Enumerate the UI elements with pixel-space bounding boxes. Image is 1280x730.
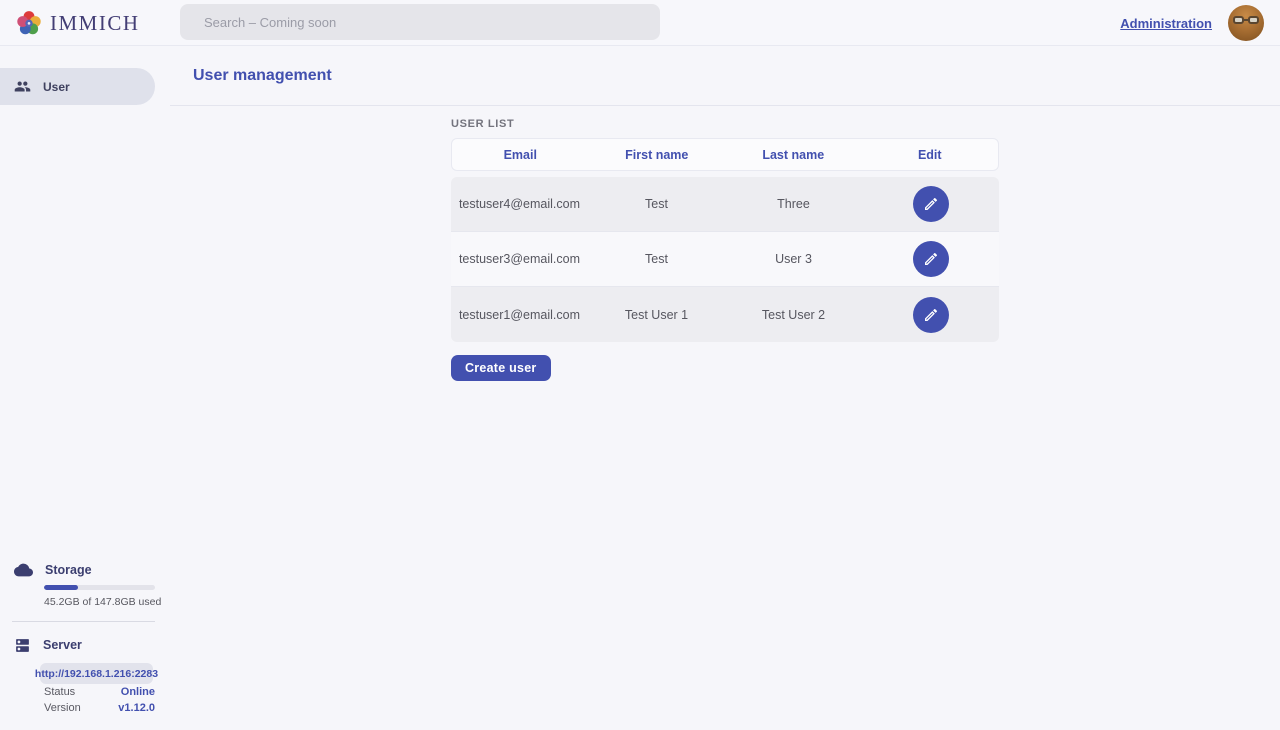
edit-user-button[interactable] bbox=[913, 186, 949, 222]
user-table: testuser4@email.com Test Three testuser3… bbox=[451, 177, 999, 342]
col-header-edit: Edit bbox=[862, 148, 999, 162]
user-list-label: USER LIST bbox=[451, 118, 999, 130]
version-value: v1.12.0 bbox=[118, 702, 155, 714]
server-title: Server bbox=[43, 638, 82, 652]
sidebar-divider bbox=[12, 621, 155, 622]
nav-right: Administration bbox=[1120, 0, 1264, 46]
avatar-glasses-decoration bbox=[1233, 16, 1258, 25]
storage-section-header: Storage bbox=[0, 560, 170, 580]
storage-progress-fill bbox=[44, 585, 78, 590]
main-panel: User management USER LIST Email First na… bbox=[170, 46, 1280, 730]
pencil-icon bbox=[923, 307, 939, 323]
server-version-row: Version v1.12.0 bbox=[44, 700, 155, 716]
table-row: testuser3@email.com Test User 3 bbox=[451, 232, 999, 287]
cell-email: testuser4@email.com bbox=[451, 197, 588, 211]
col-header-last-name: Last name bbox=[725, 148, 862, 162]
status-label: Status bbox=[44, 686, 75, 698]
col-header-first-name: First name bbox=[589, 148, 726, 162]
storage-progress-track bbox=[44, 585, 155, 590]
cell-last-name: User 3 bbox=[725, 252, 862, 266]
brand-name: IMMICH bbox=[50, 11, 140, 36]
server-section-header: Server bbox=[0, 635, 170, 655]
server-url[interactable]: http://192.168.1.216:2283 bbox=[40, 663, 153, 684]
create-user-button[interactable]: Create user bbox=[451, 355, 551, 381]
storage-usage-text: 45.2GB of 147.8GB used bbox=[44, 596, 170, 608]
pencil-icon bbox=[923, 251, 939, 267]
cell-email: testuser1@email.com bbox=[451, 308, 588, 322]
sidebar: User Storage 45.2GB of 147.8GB used bbox=[0, 46, 170, 730]
cloud-icon bbox=[14, 563, 33, 577]
sidebar-item-label: User bbox=[43, 80, 70, 94]
table-row: testuser4@email.com Test Three bbox=[451, 177, 999, 232]
brand: IMMICH bbox=[16, 0, 140, 46]
immich-flower-icon bbox=[16, 10, 42, 36]
cell-last-name: Three bbox=[725, 197, 862, 211]
administration-link[interactable]: Administration bbox=[1120, 16, 1212, 31]
search-input[interactable] bbox=[180, 4, 660, 40]
pencil-icon bbox=[923, 196, 939, 212]
top-nav: IMMICH Administration bbox=[0, 0, 1280, 46]
cell-last-name: Test User 2 bbox=[725, 308, 862, 322]
storage-title: Storage bbox=[45, 563, 92, 577]
sidebar-footer: Storage 45.2GB of 147.8GB used Server ht… bbox=[0, 560, 170, 716]
sidebar-item-user[interactable]: User bbox=[0, 68, 155, 105]
cell-email: testuser3@email.com bbox=[451, 252, 588, 266]
cell-first-name: Test bbox=[588, 252, 725, 266]
title-bar: User management bbox=[170, 46, 1280, 106]
col-header-email: Email bbox=[452, 148, 589, 162]
cell-first-name: Test bbox=[588, 197, 725, 211]
table-row: testuser1@email.com Test User 1 Test Use… bbox=[451, 287, 999, 342]
user-avatar[interactable] bbox=[1228, 5, 1264, 41]
app-root: IMMICH Administration User bbox=[0, 0, 1280, 730]
table-header: Email First name Last name Edit bbox=[451, 138, 999, 171]
page-title: User management bbox=[193, 67, 332, 85]
dns-icon bbox=[14, 637, 31, 654]
status-value: Online bbox=[121, 686, 155, 698]
users-icon bbox=[14, 78, 31, 95]
version-label: Version bbox=[44, 702, 81, 714]
edit-user-button[interactable] bbox=[913, 297, 949, 333]
cell-first-name: Test User 1 bbox=[588, 308, 725, 322]
edit-user-button[interactable] bbox=[913, 241, 949, 277]
server-status-row: Status Online bbox=[44, 684, 155, 700]
